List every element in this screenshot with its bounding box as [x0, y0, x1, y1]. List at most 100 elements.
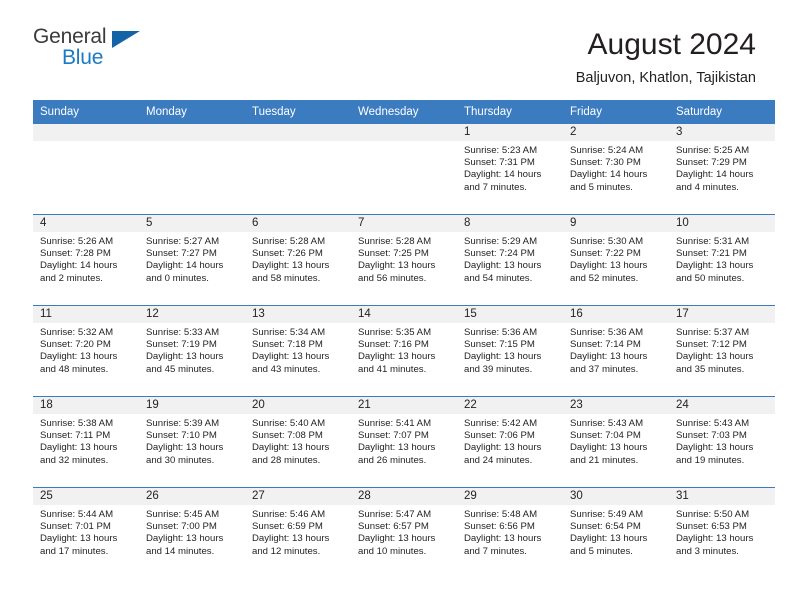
day-number: 6 [245, 215, 351, 232]
calendar-day-cell[interactable]: 13 Sunrise: 5:34 AM Sunset: 7:18 PM Dayligh… [245, 305, 351, 397]
day-details: Sunrise: 5:48 AM Sunset: 6:56 PM Daylight:… [457, 505, 563, 558]
calendar-day-cell[interactable]: 14 Sunrise: 5:35 AM Sunset: 7:16 PM Dayligh… [351, 305, 457, 397]
calendar-day[interactable]: 18 Sunrise: 5:38 AM Sunset: 7:11 PM Dayligh… [33, 397, 139, 487]
day-details: Sunrise: 5:44 AM Sunset: 7:01 PM Daylight:… [33, 505, 139, 558]
calendar-day[interactable]: 4 Sunrise: 5:26 AM Sunset: 7:28 PM Daylight… [33, 215, 139, 305]
sunset-time: Sunset: 7:00 PM [146, 521, 217, 533]
calendar-day[interactable]: 20 Sunrise: 5:40 AM Sunset: 7:08 PM Dayligh… [245, 397, 351, 487]
calendar-day-cell[interactable]: 30 Sunrise: 5:49 AM Sunset: 6:54 PM Dayligh… [563, 487, 669, 578]
daylight-duration-line2: and 4 minutes. [676, 181, 739, 193]
daylight-duration-line2: and 43 minutes. [252, 363, 321, 375]
day-details: Sunrise: 5:31 AM Sunset: 7:21 PM Daylight:… [669, 232, 775, 285]
calendar-day[interactable]: 3 Sunrise: 5:25 AM Sunset: 7:29 PM Daylight… [669, 124, 775, 214]
brand-logo[interactable]: General Blue [33, 26, 158, 78]
calendar-day[interactable]: 27 Sunrise: 5:46 AM Sunset: 6:59 PM Dayligh… [245, 488, 351, 578]
calendar-day-cell[interactable]: 6 Sunrise: 5:28 AM Sunset: 7:26 PM Daylight… [245, 214, 351, 306]
calendar-day[interactable]: 5 Sunrise: 5:27 AM Sunset: 7:27 PM Daylight… [139, 215, 245, 305]
calendar-day-cell[interactable]: 8 Sunrise: 5:29 AM Sunset: 7:24 PM Daylight… [457, 214, 563, 306]
sunrise-time: Sunrise: 5:48 AM [464, 509, 538, 520]
calendar-day-cell[interactable]: 27 Sunrise: 5:46 AM Sunset: 6:59 PM Dayligh… [245, 487, 351, 578]
daylight-duration-line2: and 7 minutes. [464, 545, 527, 557]
calendar-day-cell[interactable]: 2 Sunrise: 5:24 AM Sunset: 7:30 PM Daylight… [563, 124, 669, 215]
calendar-day-cell[interactable] [351, 124, 457, 215]
sunrise-time: Sunrise: 5:28 AM [252, 236, 326, 247]
calendar-day-cell[interactable]: 3 Sunrise: 5:25 AM Sunset: 7:29 PM Daylight… [669, 124, 775, 215]
day-number: 17 [669, 306, 775, 323]
calendar-day[interactable]: 24 Sunrise: 5:43 AM Sunset: 7:03 PM Dayligh… [669, 397, 775, 487]
calendar-day-cell[interactable]: 25 Sunrise: 5:44 AM Sunset: 7:01 PM Dayligh… [33, 487, 139, 578]
day-number: 29 [457, 488, 563, 505]
calendar-day[interactable]: 25 Sunrise: 5:44 AM Sunset: 7:01 PM Dayligh… [33, 488, 139, 578]
calendar-day-cell[interactable]: 26 Sunrise: 5:45 AM Sunset: 7:00 PM Dayligh… [139, 487, 245, 578]
calendar-day-cell[interactable]: 12 Sunrise: 5:33 AM Sunset: 7:19 PM Dayligh… [139, 305, 245, 397]
day-number: 16 [563, 306, 669, 323]
daylight-duration-line2: and 10 minutes. [358, 545, 427, 557]
calendar-day-cell[interactable]: 7 Sunrise: 5:28 AM Sunset: 7:25 PM Daylight… [351, 214, 457, 306]
daylight-duration-line1: Daylight: 13 hours [252, 260, 330, 272]
calendar-day-cell[interactable] [33, 124, 139, 215]
calendar-day[interactable]: 28 Sunrise: 5:47 AM Sunset: 6:57 PM Dayligh… [351, 488, 457, 578]
calendar-day-cell[interactable]: 21 Sunrise: 5:41 AM Sunset: 7:07 PM Dayligh… [351, 396, 457, 488]
day-details: Sunrise: 5:29 AM Sunset: 7:24 PM Daylight:… [457, 232, 563, 285]
daylight-duration-line1: Daylight: 13 hours [676, 533, 754, 545]
sunset-time: Sunset: 7:15 PM [464, 339, 535, 351]
sunset-time: Sunset: 6:53 PM [676, 521, 747, 533]
calendar-day-cell[interactable]: 11 Sunrise: 5:32 AM Sunset: 7:20 PM Dayligh… [33, 305, 139, 397]
calendar-day-cell[interactable]: 29 Sunrise: 5:48 AM Sunset: 6:56 PM Dayligh… [457, 487, 563, 578]
sunset-time: Sunset: 7:10 PM [146, 430, 217, 442]
calendar-day-cell[interactable]: 28 Sunrise: 5:47 AM Sunset: 6:57 PM Dayligh… [351, 487, 457, 578]
calendar-day[interactable]: 6 Sunrise: 5:28 AM Sunset: 7:26 PM Daylight… [245, 215, 351, 305]
day-number: 14 [351, 306, 457, 323]
calendar-day[interactable]: 29 Sunrise: 5:48 AM Sunset: 6:56 PM Dayligh… [457, 488, 563, 578]
calendar-day[interactable]: 19 Sunrise: 5:39 AM Sunset: 7:10 PM Dayligh… [139, 397, 245, 487]
calendar-day[interactable]: 12 Sunrise: 5:33 AM Sunset: 7:19 PM Dayligh… [139, 306, 245, 396]
calendar-day-cell[interactable]: 15 Sunrise: 5:36 AM Sunset: 7:15 PM Dayligh… [457, 305, 563, 397]
calendar-day[interactable]: 22 Sunrise: 5:42 AM Sunset: 7:06 PM Dayligh… [457, 397, 563, 487]
calendar-day-cell[interactable]: 20 Sunrise: 5:40 AM Sunset: 7:08 PM Dayligh… [245, 396, 351, 488]
weekday-header-wednesday: Wednesday [351, 100, 457, 124]
calendar-day[interactable]: 21 Sunrise: 5:41 AM Sunset: 7:07 PM Dayligh… [351, 397, 457, 487]
calendar-day[interactable]: 8 Sunrise: 5:29 AM Sunset: 7:24 PM Daylight… [457, 215, 563, 305]
daylight-duration-line2: and 24 minutes. [464, 454, 533, 466]
calendar-day[interactable]: 9 Sunrise: 5:30 AM Sunset: 7:22 PM Daylight… [563, 215, 669, 305]
day-number: 11 [33, 306, 139, 323]
calendar-day[interactable]: 30 Sunrise: 5:49 AM Sunset: 6:54 PM Dayligh… [563, 488, 669, 578]
calendar-day[interactable]: 2 Sunrise: 5:24 AM Sunset: 7:30 PM Daylight… [563, 124, 669, 214]
daylight-duration-line2: and 41 minutes. [358, 363, 427, 375]
calendar-day-cell[interactable]: 19 Sunrise: 5:39 AM Sunset: 7:10 PM Dayligh… [139, 396, 245, 488]
calendar-day-cell[interactable]: 31 Sunrise: 5:50 AM Sunset: 6:53 PM Dayligh… [669, 487, 775, 578]
calendar-day[interactable]: 31 Sunrise: 5:50 AM Sunset: 6:53 PM Dayligh… [669, 488, 775, 578]
day-number: 2 [563, 124, 669, 141]
calendar-day[interactable]: 14 Sunrise: 5:35 AM Sunset: 7:16 PM Dayligh… [351, 306, 457, 396]
calendar-day-cell[interactable]: 18 Sunrise: 5:38 AM Sunset: 7:11 PM Dayligh… [33, 396, 139, 488]
calendar-day-cell[interactable]: 16 Sunrise: 5:36 AM Sunset: 7:14 PM Dayligh… [563, 305, 669, 397]
calendar-day[interactable]: 17 Sunrise: 5:37 AM Sunset: 7:12 PM Dayligh… [669, 306, 775, 396]
calendar-day-cell[interactable]: 17 Sunrise: 5:37 AM Sunset: 7:12 PM Dayligh… [669, 305, 775, 397]
sunrise-time: Sunrise: 5:43 AM [676, 418, 750, 429]
calendar-day[interactable]: 10 Sunrise: 5:31 AM Sunset: 7:21 PM Dayligh… [669, 215, 775, 305]
calendar-day-cell[interactable]: 23 Sunrise: 5:43 AM Sunset: 7:04 PM Dayligh… [563, 396, 669, 488]
calendar-day[interactable]: 26 Sunrise: 5:45 AM Sunset: 7:00 PM Dayligh… [139, 488, 245, 578]
calendar-day-cell[interactable]: 9 Sunrise: 5:30 AM Sunset: 7:22 PM Daylight… [563, 214, 669, 306]
calendar-day[interactable]: 11 Sunrise: 5:32 AM Sunset: 7:20 PM Dayligh… [33, 306, 139, 396]
calendar-day-cell[interactable] [245, 124, 351, 215]
daylight-duration-line1: Daylight: 13 hours [40, 351, 118, 363]
calendar-day-cell[interactable]: 1 Sunrise: 5:23 AM Sunset: 7:31 PM Daylight… [457, 124, 563, 215]
day-details: Sunrise: 5:28 AM Sunset: 7:25 PM Daylight:… [351, 232, 457, 285]
calendar-day-cell[interactable]: 24 Sunrise: 5:43 AM Sunset: 7:03 PM Dayligh… [669, 396, 775, 488]
daylight-duration-line1: Daylight: 13 hours [464, 533, 542, 545]
weekday-header-friday: Friday [563, 100, 669, 124]
calendar-day-cell[interactable]: 4 Sunrise: 5:26 AM Sunset: 7:28 PM Daylight… [33, 214, 139, 306]
calendar-day-cell[interactable]: 22 Sunrise: 5:42 AM Sunset: 7:06 PM Dayligh… [457, 396, 563, 488]
calendar-day[interactable]: 7 Sunrise: 5:28 AM Sunset: 7:25 PM Daylight… [351, 215, 457, 305]
calendar-day[interactable]: 16 Sunrise: 5:36 AM Sunset: 7:14 PM Dayligh… [563, 306, 669, 396]
calendar-day[interactable]: 15 Sunrise: 5:36 AM Sunset: 7:15 PM Dayligh… [457, 306, 563, 396]
calendar-day-cell[interactable]: 5 Sunrise: 5:27 AM Sunset: 7:27 PM Daylight… [139, 214, 245, 306]
calendar-day[interactable]: 13 Sunrise: 5:34 AM Sunset: 7:18 PM Dayligh… [245, 306, 351, 396]
calendar-day-cell[interactable] [139, 124, 245, 215]
calendar-day[interactable]: 1 Sunrise: 5:23 AM Sunset: 7:31 PM Daylight… [457, 124, 563, 214]
calendar-day[interactable]: 23 Sunrise: 5:43 AM Sunset: 7:04 PM Dayligh… [563, 397, 669, 487]
sunrise-time: Sunrise: 5:39 AM [146, 418, 220, 429]
calendar-day-cell[interactable]: 10 Sunrise: 5:31 AM Sunset: 7:21 PM Dayligh… [669, 214, 775, 306]
sunrise-time: Sunrise: 5:50 AM [676, 509, 750, 520]
